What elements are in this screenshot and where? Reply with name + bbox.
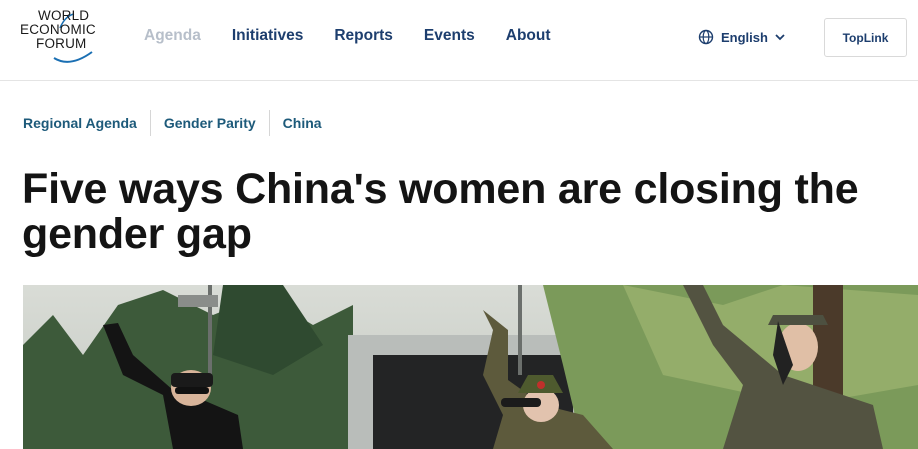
tag-china[interactable]: China xyxy=(283,110,335,136)
toplink-button[interactable]: TopLink xyxy=(824,18,907,57)
nav-about[interactable]: About xyxy=(506,27,551,45)
language-label: English xyxy=(721,29,768,45)
chevron-down-icon xyxy=(775,34,785,41)
language-selector[interactable]: English xyxy=(698,29,785,45)
logo-line-1: WORLD xyxy=(38,8,90,23)
site-header: WORLD ECONOMIC FORUM Agenda Initiatives … xyxy=(0,0,918,81)
tag-gender-parity[interactable]: Gender Parity xyxy=(164,110,270,136)
main-nav: Agenda Initiatives Reports Events About xyxy=(144,27,582,45)
nav-agenda[interactable]: Agenda xyxy=(144,27,201,45)
wef-logo[interactable]: WORLD ECONOMIC FORUM xyxy=(20,8,116,66)
nav-initiatives[interactable]: Initiatives xyxy=(232,27,304,45)
globe-icon xyxy=(698,29,714,45)
article-title: Five ways China's women are closing the … xyxy=(22,165,859,258)
hero-photo-women-dancing xyxy=(23,285,918,449)
nav-events[interactable]: Events xyxy=(424,27,475,45)
nav-reports[interactable]: Reports xyxy=(334,27,393,45)
breadcrumb: Regional Agenda Gender Parity China xyxy=(23,110,348,136)
tag-regional-agenda[interactable]: Regional Agenda xyxy=(23,110,151,136)
logo-line-3: FORUM xyxy=(36,36,87,51)
logo-line-2: ECONOMIC xyxy=(20,22,96,37)
hero-image xyxy=(23,285,918,449)
